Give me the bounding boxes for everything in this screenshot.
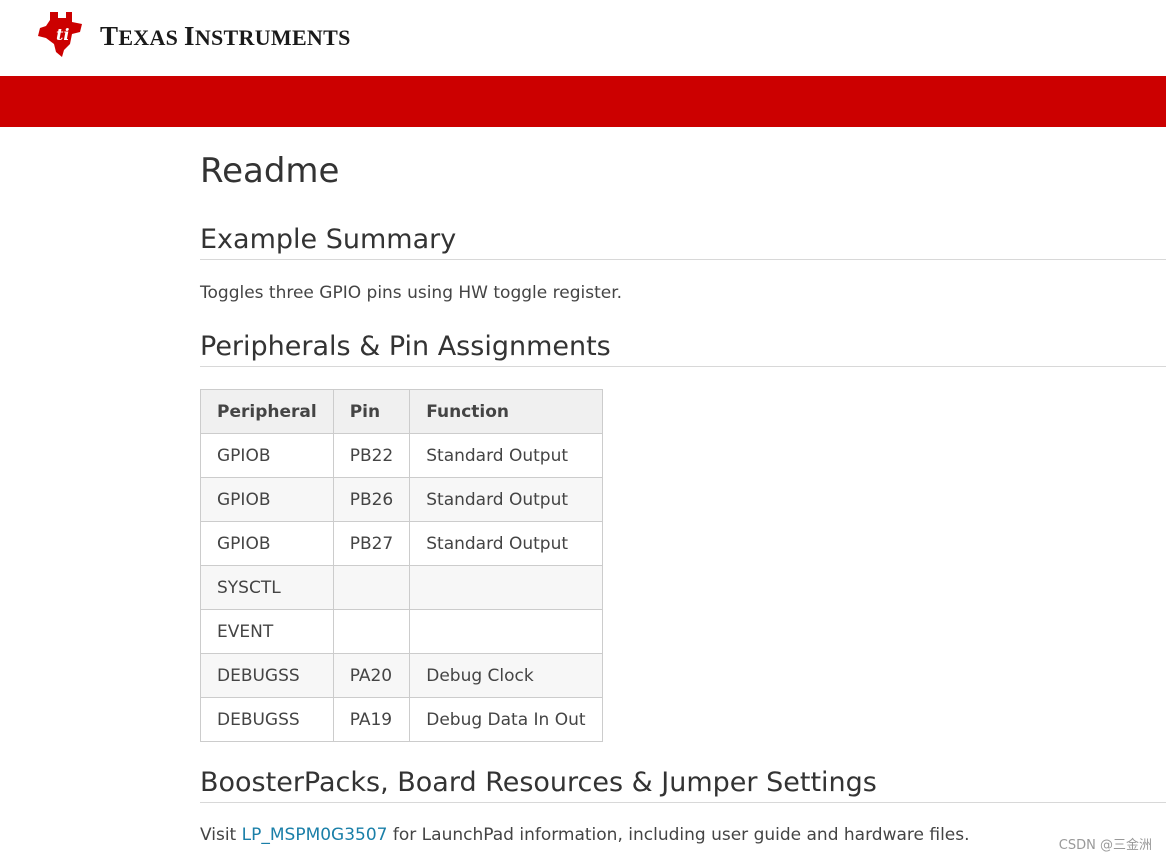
table-cell-peripheral: GPIOB — [200, 521, 334, 566]
boosterpacks-text: Visit LP_MSPM0G3507 for LaunchPad inform… — [200, 825, 970, 845]
table-cell-peripheral: GPIOB — [200, 477, 334, 522]
section-heading-example-summary: Example Summary — [200, 224, 1166, 260]
pin-assignment-table: Peripheral Pin Function GPIOB PB22 Stand… — [200, 389, 603, 742]
table-cell-peripheral: EVENT — [200, 609, 334, 654]
table-cell-peripheral: DEBUGSS — [200, 653, 334, 698]
table-header-peripheral: Peripheral — [200, 389, 334, 434]
table-cell-function: Debug Clock — [409, 653, 603, 698]
table-cell-pin — [332, 609, 411, 654]
table-cell-peripheral: SYSCTL — [200, 565, 334, 610]
table-row: DEBUGSS PA19 Debug Data In Out — [200, 697, 603, 742]
table-cell-peripheral: DEBUGSS — [200, 697, 334, 742]
table-row: DEBUGSS PA20 Debug Clock — [200, 653, 603, 698]
table-cell-function — [409, 565, 603, 610]
section-heading-peripherals: Peripherals & Pin Assignments — [200, 331, 1166, 367]
table-cell-function: Standard Output — [409, 433, 603, 478]
table-cell-peripheral: GPIOB — [200, 433, 334, 478]
brand-red-bar — [0, 76, 1166, 127]
table-cell-function: Debug Data In Out — [409, 697, 603, 742]
svg-text:ti: ti — [56, 25, 69, 44]
table-cell-pin: PB22 — [332, 433, 411, 478]
boosterpacks-text-after: for LaunchPad information, including use… — [387, 825, 970, 845]
table-row: GPIOB PB26 Standard Output — [200, 477, 603, 522]
table-header-pin: Pin — [332, 389, 411, 434]
summary-text: Toggles three GPIO pins using HW toggle … — [200, 283, 623, 303]
page-title: Readme — [200, 151, 340, 191]
table-header-function: Function — [409, 389, 603, 434]
table-cell-pin: PB26 — [332, 477, 411, 522]
table-cell-function — [409, 609, 603, 654]
launchpad-link[interactable]: LP_MSPM0G3507 — [242, 825, 388, 845]
table-row: SYSCTL — [200, 565, 603, 610]
table-cell-function: Standard Output — [409, 521, 603, 566]
section-heading-boosterpacks: BoosterPacks, Board Resources & Jumper S… — [200, 767, 1166, 803]
table-row: GPIOB PB27 Standard Output — [200, 521, 603, 566]
ti-wordmark: TEXAS INSTRUMENTS — [100, 20, 351, 51]
table-row: GPIOB PB22 Standard Output — [200, 433, 603, 478]
table-row: EVENT — [200, 609, 603, 654]
table-cell-pin: PB27 — [332, 521, 411, 566]
table-cell-pin: PA19 — [332, 697, 411, 742]
boosterpacks-text-before: Visit — [200, 825, 242, 845]
table-header-row: Peripheral Pin Function — [200, 389, 603, 434]
table-cell-function: Standard Output — [409, 477, 603, 522]
ti-logo[interactable]: ti TEXAS INSTRUMENTS — [36, 10, 351, 58]
table-cell-pin: PA20 — [332, 653, 411, 698]
csdn-watermark: CSDN @三金洲 — [1058, 838, 1152, 853]
ti-state-icon: ti — [38, 12, 82, 57]
table-cell-pin — [332, 565, 411, 610]
site-header: ti TEXAS INSTRUMENTS — [0, 0, 1166, 76]
